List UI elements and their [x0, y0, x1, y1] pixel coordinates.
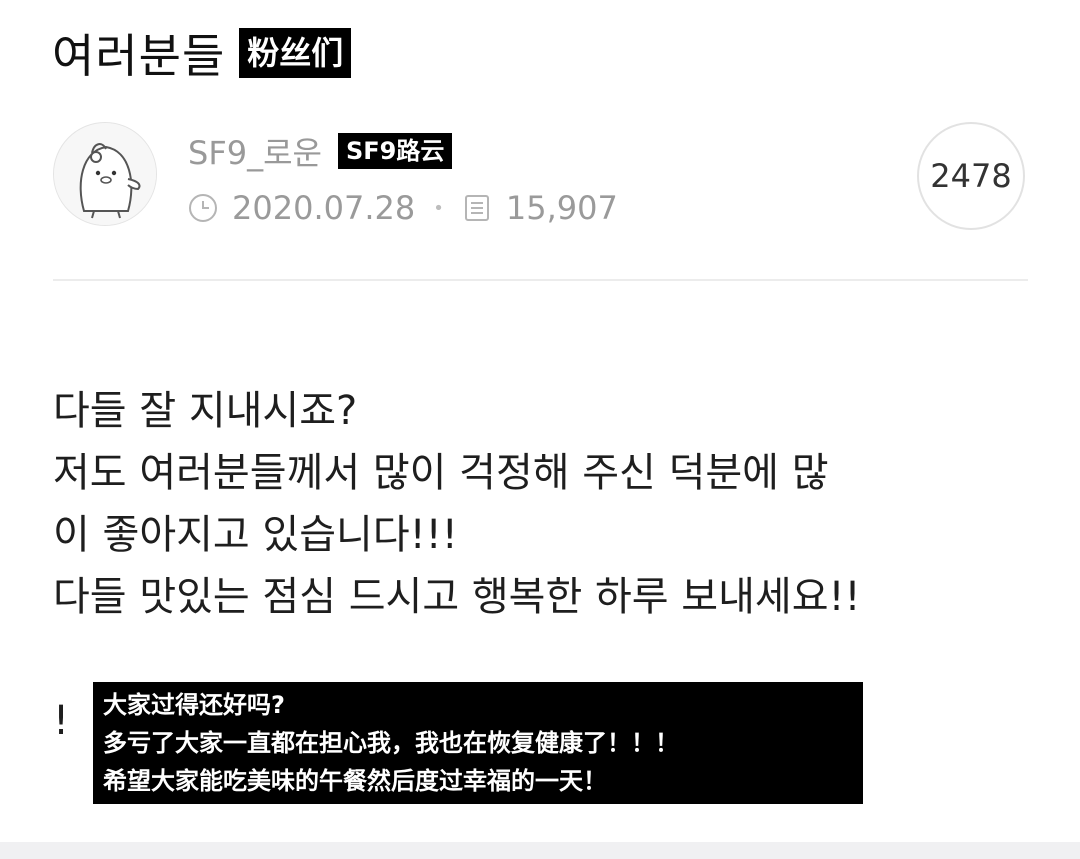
post-title-row: 여러분들 粉丝们 [52, 22, 352, 84]
comment-count-button[interactable]: 2478 [917, 122, 1025, 230]
post-meta: 2020.07.28 • 15,907 [188, 188, 618, 228]
body-line-tail: ! [53, 698, 70, 744]
body-line: 다들 잘 지내시죠? [53, 388, 358, 434]
post-body: 다들 잘 지내시죠? 저도 여러분들께서 많이 걱정해 주신 덕분에 많 이 좋… [53, 380, 1028, 628]
translation-line: 希望大家能吃美味的午餐然后度过幸福的一天！ [103, 767, 607, 795]
document-icon [462, 193, 492, 223]
post-date: 2020.07.28 [232, 189, 416, 227]
view-count: 15,907 [505, 189, 618, 227]
author-name[interactable]: SF9_로운 [188, 128, 322, 174]
translation-line: 多亏了大家一直都在担心我，我也在恢复健康了！！！ [103, 729, 679, 757]
body-line: 다들 맛있는 점심 드시고 행복한 하루 보내세요!! [53, 574, 861, 620]
title-translation-tag: 粉丝们 [239, 28, 352, 78]
header-divider [53, 279, 1028, 281]
translation-box: 大家过得还好吗? 多亏了大家一直都在担心我，我也在恢复健康了！！！ 希望大家能吃… [93, 682, 863, 804]
author-row: SF9_로운 SF9路云 [188, 128, 453, 174]
penguin-avatar-icon [54, 123, 156, 225]
translation-line: 大家过得还好吗? [103, 691, 285, 719]
post-title: 여러분들 [52, 29, 226, 83]
body-line: 이 좋아지고 있습니다!!! [53, 512, 458, 558]
bottom-bar [0, 842, 1080, 859]
clock-icon [188, 193, 218, 223]
author-translation-tag: SF9路云 [337, 133, 453, 169]
meta-separator: • [433, 197, 444, 219]
author-avatar[interactable] [53, 122, 157, 226]
body-line: 저도 여러분들께서 많이 걱정해 주신 덕분에 많 [53, 450, 829, 496]
